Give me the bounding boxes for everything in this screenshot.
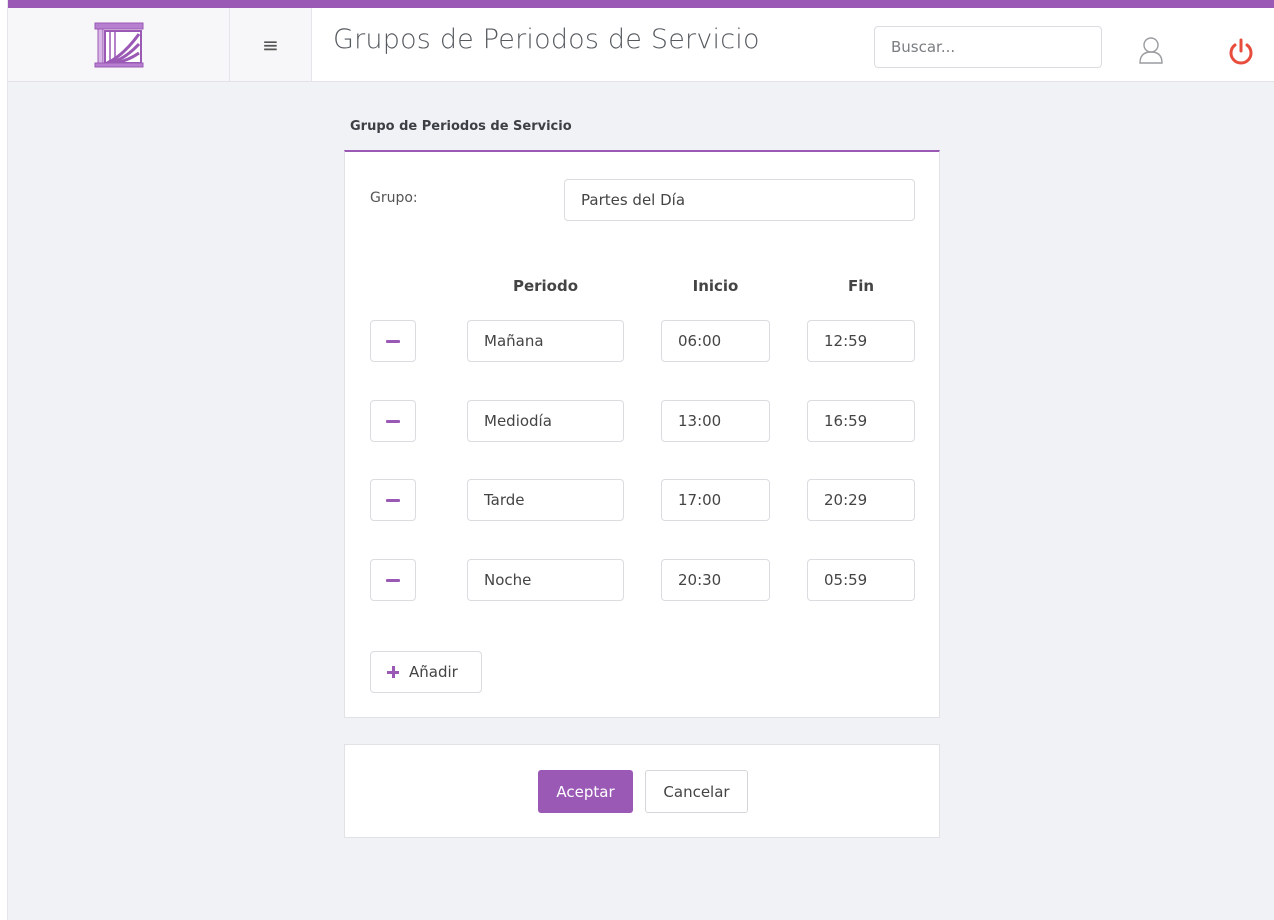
fin-input[interactable] xyxy=(807,400,915,442)
minus-icon xyxy=(386,498,400,502)
search-input[interactable] xyxy=(874,26,1102,68)
column-header-periodo: Periodo xyxy=(512,277,579,295)
periodo-input[interactable] xyxy=(467,559,624,601)
group-name-input[interactable] xyxy=(564,179,915,221)
remove-row-button[interactable] xyxy=(370,559,416,601)
logo[interactable] xyxy=(8,8,230,81)
minus-icon xyxy=(386,339,400,343)
add-row-label: Añadir xyxy=(409,663,458,681)
user-profile-button[interactable] xyxy=(1138,36,1164,64)
logo-icon xyxy=(94,22,143,67)
fin-input[interactable] xyxy=(807,559,915,601)
left-edge-strip xyxy=(0,0,8,920)
accept-button[interactable]: Aceptar xyxy=(538,770,633,813)
inicio-input[interactable] xyxy=(661,320,770,362)
periodo-input[interactable] xyxy=(467,400,624,442)
inicio-input[interactable] xyxy=(661,559,770,601)
periodo-input[interactable] xyxy=(467,479,624,521)
group-label: Grupo: xyxy=(370,190,418,206)
hamburger-menu-icon: ≡ xyxy=(262,32,279,57)
top-navbar: ≡ Grupos de Periodos de Servicio xyxy=(8,0,1274,82)
remove-row-button[interactable] xyxy=(370,400,416,442)
remove-row-button[interactable] xyxy=(370,479,416,521)
actions-card: Aceptar Cancelar xyxy=(344,744,940,838)
cancel-button[interactable]: Cancelar xyxy=(645,770,748,813)
inicio-input[interactable] xyxy=(661,400,770,442)
user-icon xyxy=(1139,37,1163,64)
inicio-input[interactable] xyxy=(661,479,770,521)
menu-toggle-button[interactable]: ≡ xyxy=(230,8,312,81)
column-header-fin: Fin xyxy=(847,277,875,295)
add-row-button[interactable]: Añadir xyxy=(370,651,482,693)
logout-button[interactable] xyxy=(1227,38,1255,66)
fin-input[interactable] xyxy=(807,320,915,362)
minus-icon xyxy=(386,419,400,423)
remove-row-button[interactable] xyxy=(370,320,416,362)
group-form-card: Grupo: Periodo Inicio Fin Añadir xyxy=(344,150,940,718)
fin-input[interactable] xyxy=(807,479,915,521)
power-icon xyxy=(1229,38,1253,65)
periodo-input[interactable] xyxy=(467,320,624,362)
column-header-inicio: Inicio xyxy=(692,277,739,295)
minus-icon xyxy=(386,578,400,582)
plus-icon xyxy=(387,666,399,678)
page-title: Grupos de Periodos de Servicio xyxy=(333,24,760,55)
section-title: Grupo de Periodos de Servicio xyxy=(350,119,572,134)
